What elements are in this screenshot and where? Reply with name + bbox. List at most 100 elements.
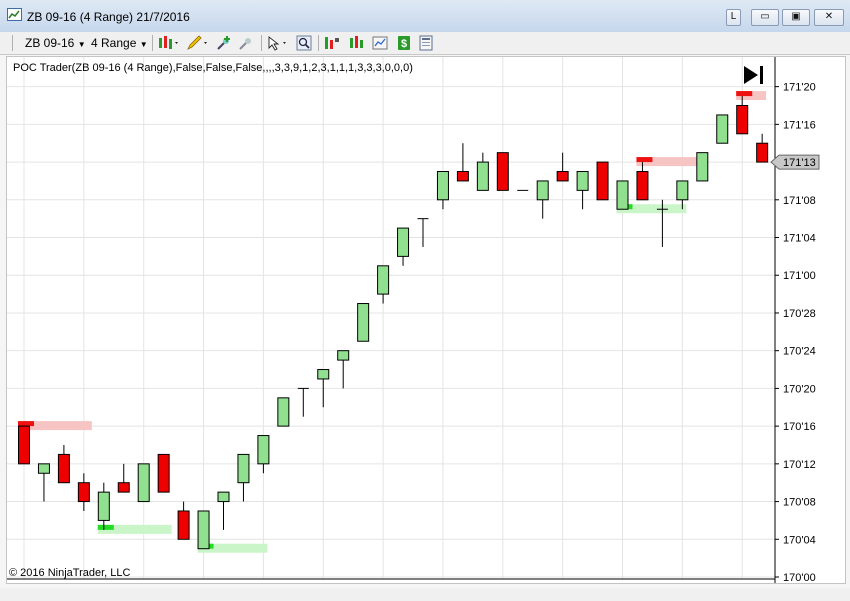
candle-up: [397, 227, 410, 257]
copyright-label: © 2016 NinjaTrader, LLC: [9, 567, 130, 579]
candle: [217, 491, 230, 530]
toolbar-separator: [261, 35, 262, 51]
y-axis-label: 171'08: [783, 195, 816, 207]
candle-up: [137, 463, 150, 503]
interval-label: 4 Range: [91, 36, 137, 50]
chart-style-icon[interactable]: [348, 35, 364, 51]
candle-down: [596, 161, 609, 201]
candle-up: [237, 453, 250, 484]
candle-down: [18, 425, 30, 465]
y-axis-label: 171'04: [783, 233, 816, 245]
candle: [756, 133, 769, 163]
candle-up: [217, 491, 230, 503]
go-to-end-icon[interactable]: [744, 66, 763, 84]
zoom-icon[interactable]: [296, 35, 312, 51]
close-button[interactable]: ✕: [814, 9, 844, 26]
candle: [476, 152, 489, 191]
candle: [576, 171, 589, 210]
candle: [277, 397, 290, 427]
candle-up: [536, 180, 549, 201]
candle-down: [636, 171, 649, 201]
pointer-icon[interactable]: [266, 35, 290, 51]
window-title: ZB 09-16 (4 Range) 21/7/2016: [27, 10, 190, 24]
y-axis-label: 171'16: [783, 119, 816, 131]
candle-up: [337, 350, 350, 361]
current-price-label: 171'13: [783, 157, 816, 169]
chart-app-icon: [7, 8, 22, 21]
instrument-selector[interactable]: ZB 09-16 ▼: [25, 34, 86, 52]
chart-toolbar: ZB 09-16 ▼ 4 Range ▼ $: [0, 32, 850, 55]
dollar-icon[interactable]: $: [396, 35, 412, 51]
candle: [97, 482, 110, 530]
toolbar-separator: [12, 35, 13, 51]
link-button[interactable]: L: [726, 9, 741, 26]
status-strip: [0, 588, 850, 601]
candle-down: [756, 142, 769, 163]
candle: [417, 218, 429, 247]
candle: [496, 152, 509, 191]
candle-down: [456, 171, 469, 182]
strategies-icon[interactable]: [324, 35, 340, 51]
candle: [357, 303, 370, 342]
candle-up: [476, 161, 489, 191]
candle-down: [177, 510, 190, 540]
candle: [57, 444, 70, 484]
candle-up: [696, 152, 709, 182]
y-axis-label: 170'28: [783, 308, 816, 320]
candle: [157, 453, 170, 493]
toolbar-separator: [318, 35, 319, 51]
remove-indicator-icon[interactable]: [238, 35, 254, 51]
window-title-bar: ZB 09-16 (4 Range) 21/7/2016 L ▭ ▣ ✕: [0, 0, 850, 33]
candle: [197, 510, 210, 550]
candle: [297, 387, 309, 417]
properties-icon[interactable]: [418, 35, 434, 51]
candle-up: [676, 180, 689, 201]
candle-up: [377, 265, 390, 295]
chevron-down-icon: ▼: [139, 40, 148, 49]
restore-button[interactable]: ▣: [782, 9, 810, 26]
candle: [257, 435, 270, 474]
candle-up: [616, 180, 629, 210]
candle-down: [496, 152, 509, 191]
candle-down: [556, 171, 569, 182]
candle-up: [277, 397, 290, 427]
y-axis-label: 170'16: [783, 421, 816, 433]
candle-down: [117, 482, 130, 493]
bar-type-icon[interactable]: [158, 35, 180, 51]
pencil-draw-icon[interactable]: [186, 35, 210, 51]
candle-down: [157, 453, 170, 493]
y-axis-label: 171'00: [783, 270, 816, 282]
svg-text:$: $: [401, 38, 407, 50]
candle: [696, 152, 709, 182]
y-axis-label: 170'20: [783, 383, 816, 395]
add-indicator-icon[interactable]: [216, 35, 232, 51]
y-axis-label: 170'24: [783, 346, 816, 358]
candle: [237, 453, 250, 502]
data-box-icon[interactable]: [372, 35, 388, 51]
y-axis-label: 171'20: [783, 82, 816, 94]
candle-up: [576, 171, 589, 191]
candle: [397, 227, 410, 266]
candle-up: [357, 303, 370, 342]
instrument-label: ZB 09-16: [25, 36, 75, 50]
y-axis-label: 170'00: [783, 572, 816, 583]
candle-up: [436, 171, 449, 201]
y-axis-label: 170'08: [783, 497, 816, 509]
candle-down: [736, 105, 749, 135]
candle: [117, 463, 130, 493]
candle: [337, 350, 350, 389]
price-chart[interactable]: 170'00 170'04 170'08 170'12 170'16 170'20 170'…: [7, 57, 845, 583]
chevron-down-icon: ▼: [77, 40, 86, 49]
poc-marker: [18, 421, 34, 427]
poc-marker: [97, 524, 114, 530]
candle-down: [77, 482, 90, 503]
interval-selector[interactable]: 4 Range ▼: [91, 34, 148, 52]
candle-up: [97, 491, 110, 521]
candle: [377, 265, 390, 304]
chart-panel[interactable]: 170'00 170'04 170'08 170'12 170'16 170'20 170'…: [6, 56, 846, 584]
poc-marker: [636, 157, 653, 163]
candle: [436, 171, 449, 210]
candle: [616, 180, 629, 210]
minimize-button[interactable]: ▭: [751, 9, 779, 26]
candle: [636, 162, 649, 201]
